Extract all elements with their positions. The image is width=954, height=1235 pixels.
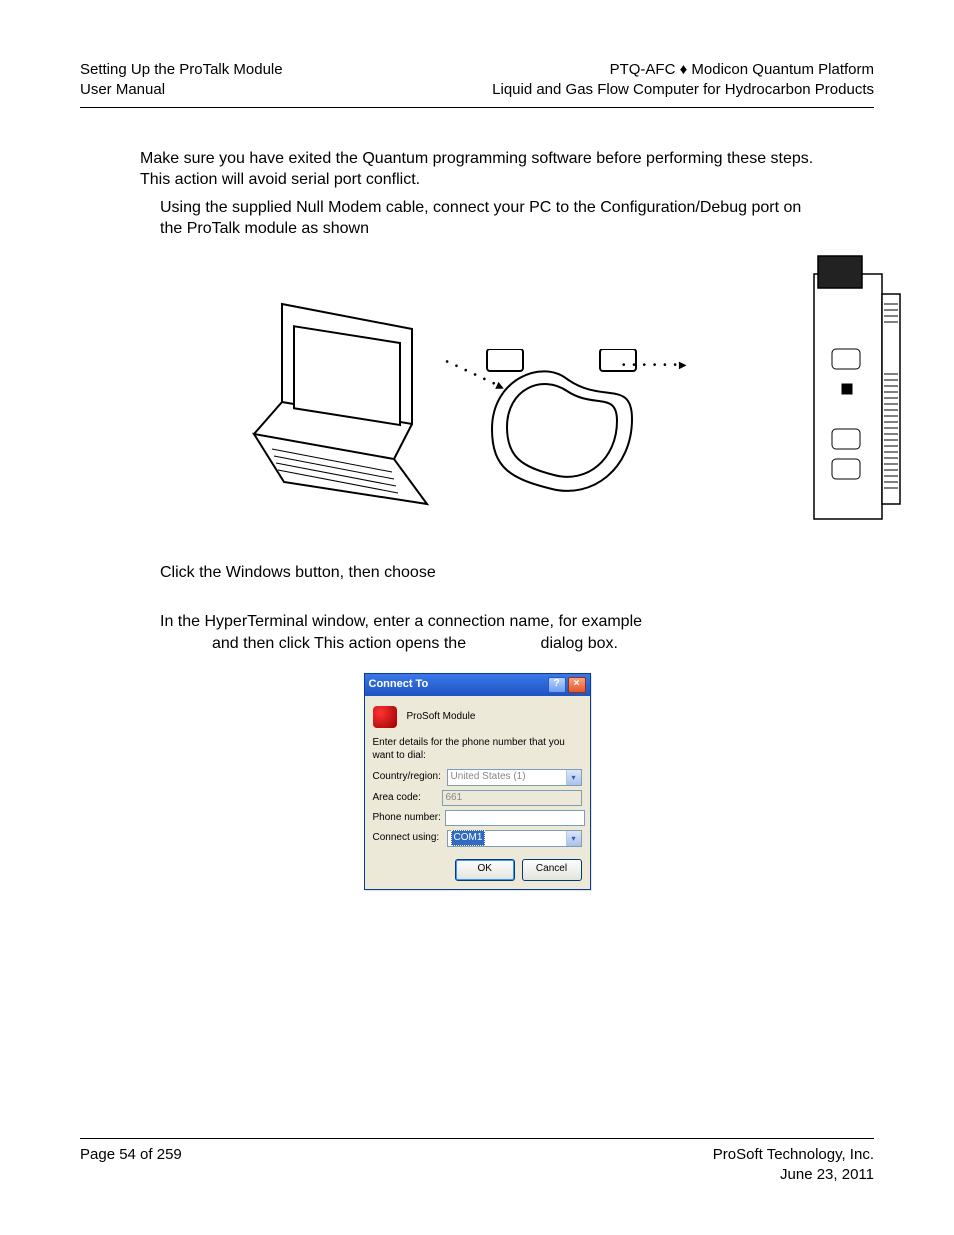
dialog-titlebar: Connect To ? ×: [365, 674, 590, 696]
dialog-body: ProSoft Module Enter details for the pho…: [365, 696, 590, 889]
country-value: United States (1): [451, 770, 526, 784]
header-product-desc: Liquid and Gas Flow Computer for Hydroca…: [492, 80, 874, 100]
footer-rule: [80, 1138, 874, 1139]
step-3-text-c: This action opens the: [314, 635, 471, 652]
null-modem-cable-icon: [482, 349, 652, 509]
document-page: Setting Up the ProTalk Module User Manua…: [0, 0, 954, 1235]
page-body: Make sure you have exited the Quantum pr…: [80, 148, 874, 890]
cancel-button[interactable]: Cancel: [522, 859, 582, 881]
header-product-line: PTQ-AFC ♦ Modicon Quantum Platform: [492, 60, 874, 80]
area-code-input[interactable]: [442, 790, 582, 806]
phone-number-input[interactable]: [445, 810, 585, 826]
step-3-text-d: dialog box.: [541, 635, 618, 652]
protalk-module-icon: [812, 254, 902, 524]
help-button[interactable]: ?: [548, 677, 566, 693]
header-rule: [80, 107, 874, 108]
close-button[interactable]: ×: [568, 677, 586, 693]
phone-icon: [373, 706, 397, 728]
page-number: Page 54 of 259: [80, 1145, 182, 1186]
step-2: Click the Windows button, then choose: [160, 562, 814, 584]
company-name: ProSoft Technology, Inc.: [713, 1145, 874, 1165]
chevron-down-icon: ▾: [566, 831, 581, 846]
ok-button[interactable]: OK: [455, 859, 515, 881]
country-select[interactable]: United States (1) ▾: [447, 769, 582, 786]
connection-illustration: • • • • • •▶ • • • • • •▶: [242, 254, 712, 544]
intro-paragraph: Make sure you have exited the Quantum pr…: [140, 148, 814, 191]
header-doc-type: User Manual: [80, 80, 283, 100]
header-section-title: Setting Up the ProTalk Module: [80, 60, 283, 80]
step-3: In the HyperTerminal window, enter a con…: [160, 611, 814, 654]
arrow-dots-icon: • • • • • •▶: [622, 359, 689, 373]
document-date: June 23, 2011: [713, 1165, 874, 1185]
laptop-icon: [242, 294, 442, 524]
header-right: PTQ-AFC ♦ Modicon Quantum Platform Liqui…: [492, 60, 874, 101]
step-2-text-b: button, then choose: [295, 564, 436, 581]
step-3-text-b: and then click: [212, 635, 314, 652]
connect-to-dialog: Connect To ? × ProSoft Module Enter deta…: [364, 673, 591, 890]
connect-using-select[interactable]: COM1 ▾: [447, 830, 582, 847]
page-footer: Page 54 of 259 ProSoft Technology, Inc. …: [80, 1138, 874, 1186]
area-code-label: Area code:: [373, 791, 438, 805]
header-left: Setting Up the ProTalk Module User Manua…: [80, 60, 283, 101]
chevron-down-icon: ▾: [566, 770, 581, 785]
step-2-text-a: Click the Windows: [160, 564, 295, 581]
dialog-connection-name: ProSoft Module: [407, 710, 476, 724]
step-3-text-a: In the HyperTerminal window, enter a con…: [160, 613, 642, 630]
connect-using-label: Connect using:: [373, 831, 443, 845]
step-1: Using the supplied Null Modem cable, con…: [160, 197, 814, 240]
dialog-title: Connect To: [369, 677, 429, 692]
dialog-instruction: Enter details for the phone number that …: [373, 736, 582, 763]
connect-using-value: COM1: [451, 830, 486, 846]
country-label: Country/region:: [373, 770, 443, 784]
phone-number-label: Phone number:: [373, 811, 441, 825]
page-header: Setting Up the ProTalk Module User Manua…: [80, 60, 874, 107]
